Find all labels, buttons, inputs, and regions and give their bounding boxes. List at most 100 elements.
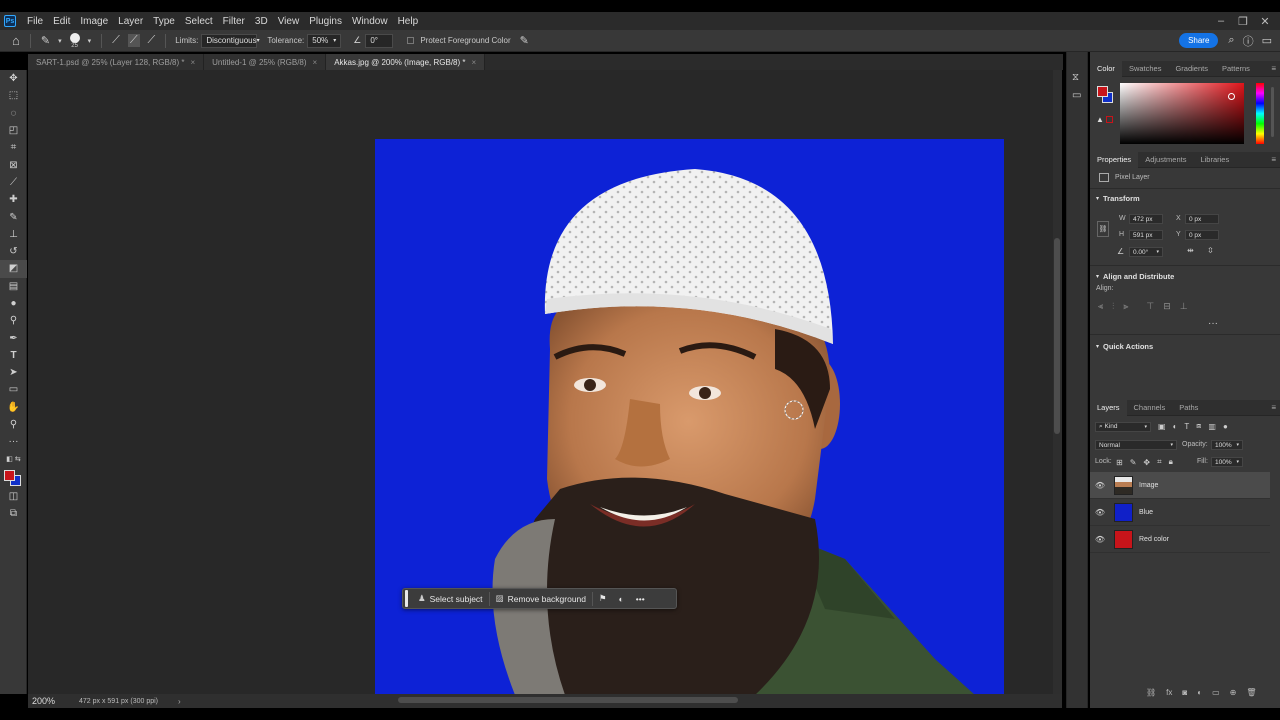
remove-background-button[interactable]: ▨ Remove background — [490, 589, 592, 608]
task-bar-drag-handle[interactable] — [405, 590, 408, 607]
layer-style-icon[interactable]: fx — [1166, 688, 1172, 697]
menu-plugins[interactable]: Plugins — [304, 16, 347, 27]
restore-button[interactable]: ❐ — [1232, 15, 1254, 28]
link-layers-icon[interactable]: ⛓ — [1146, 688, 1156, 697]
menu-image[interactable]: Image — [75, 16, 113, 27]
smart-object-filter-icon[interactable]: ▥ — [1208, 422, 1216, 431]
default-colors-icon[interactable]: ◧ ⇆ — [0, 451, 27, 468]
layer-row-blue[interactable]: 👁︎ Blue — [1090, 499, 1270, 526]
align-top-icon[interactable]: ⊤ — [1146, 301, 1154, 312]
delete-layer-icon[interactable]: 🗑︎ — [1246, 688, 1256, 697]
visibility-eye-icon[interactable]: 👁︎ — [1093, 508, 1107, 517]
tab-adjustments[interactable]: Adjustments — [1138, 152, 1193, 168]
visibility-eye-icon[interactable]: 👁︎ — [1093, 481, 1107, 490]
document-image[interactable] — [375, 139, 1004, 695]
hand-tool-icon[interactable]: ✋ — [0, 399, 27, 416]
brush-preset-picker[interactable]: 25 — [69, 32, 80, 49]
dodge-tool-icon[interactable]: ⚲ — [0, 312, 27, 329]
new-group-icon[interactable]: ▭ — [1212, 688, 1220, 697]
pin-button[interactable]: ⚑ — [593, 589, 613, 608]
sampling-once-icon[interactable]: ⟋ — [127, 34, 140, 47]
menu-help[interactable]: Help — [393, 16, 424, 27]
color-picker-marker[interactable] — [1228, 93, 1235, 100]
tab-libraries[interactable]: Libraries — [1193, 152, 1236, 168]
menu-select[interactable]: Select — [180, 16, 218, 27]
close-window-button[interactable]: ✕ — [1254, 15, 1276, 28]
lock-image-icon[interactable]: ✎ — [1130, 458, 1137, 467]
screen-mode-icon[interactable]: ⧉ — [0, 505, 27, 522]
color-swatches[interactable] — [0, 468, 27, 488]
shape-filter-icon[interactable]: ⧈ — [1196, 421, 1201, 431]
close-icon[interactable]: × — [313, 58, 318, 67]
lasso-tool-icon[interactable]: ◌ — [0, 105, 27, 122]
menu-layer[interactable]: Layer — [113, 16, 148, 27]
menu-window[interactable]: Window — [347, 16, 393, 27]
tab-gradients[interactable]: Gradients — [1168, 61, 1215, 77]
tool-preset-icon[interactable]: ✎ — [41, 34, 50, 47]
web-safe-swatch[interactable] — [1106, 116, 1113, 123]
menu-view[interactable]: View — [273, 16, 305, 27]
object-selection-tool-icon[interactable]: ◰ — [0, 122, 27, 139]
menu-type[interactable]: Type — [148, 16, 180, 27]
protect-foreground-checkbox[interactable] — [407, 37, 415, 44]
home-icon[interactable]: ⌂ — [12, 33, 20, 48]
lock-transparent-icon[interactable]: ⊞ — [1116, 458, 1123, 467]
menu-3d[interactable]: 3D — [250, 16, 273, 27]
sampling-swatch-icon[interactable]: ⟋ — [148, 34, 156, 47]
lock-artboard-icon[interactable]: ⌗ — [1157, 457, 1162, 467]
more-align-options-icon[interactable]: ··· — [1208, 318, 1218, 329]
menu-edit[interactable]: Edit — [48, 16, 75, 27]
pen-tool-icon[interactable]: ✒ — [0, 329, 27, 346]
fill-field[interactable]: 100% ▾ — [1211, 457, 1243, 467]
x-field[interactable]: 0 px — [1185, 214, 1219, 224]
lock-all-icon[interactable]: 🔒︎ — [1169, 457, 1173, 467]
comments-icon[interactable]: ▭ — [1072, 90, 1081, 101]
align-section-header[interactable]: ▾ Align and Distribute — [1096, 272, 1174, 281]
y-field[interactable]: 0 px — [1185, 230, 1219, 240]
new-layer-icon[interactable]: ⊕ — [1230, 688, 1237, 697]
search-icon[interactable]: ⌕ — [1228, 34, 1234, 47]
horizontal-scrollbar[interactable] — [398, 697, 738, 703]
healing-brush-tool-icon[interactable]: ✚ — [0, 191, 27, 208]
clone-stamp-tool-icon[interactable]: ⊥ — [0, 226, 27, 243]
type-filter-icon[interactable]: T — [1184, 422, 1189, 431]
layer-filter-select[interactable]: ⌕ Kind ▾ — [1095, 422, 1151, 432]
foreground-color-swatch[interactable] — [1097, 86, 1108, 97]
type-tool-icon[interactable]: T — [0, 347, 27, 364]
flip-vertical-icon[interactable]: ⇳ — [1207, 246, 1214, 255]
frame-tool-icon[interactable]: ⊠ — [0, 156, 27, 173]
color-field[interactable] — [1120, 83, 1244, 144]
zoom-tool-icon[interactable]: ⚲ — [0, 416, 27, 433]
layer-row-red-color[interactable]: 👁︎ Red color — [1090, 526, 1270, 553]
eraser-tool-icon[interactable]: ◩ — [0, 260, 27, 278]
tolerance-field[interactable]: 50% ▾ — [307, 33, 342, 48]
align-right-icon[interactable]: ⫸ — [1123, 301, 1128, 312]
tab-untitled-1[interactable]: Untitled-1 @ 25% (RGB/8) × — [204, 54, 327, 70]
chevron-down-icon[interactable]: ▾ — [58, 37, 62, 45]
move-tool-icon[interactable]: ✥ — [0, 70, 27, 87]
share-button[interactable]: Share — [1179, 33, 1219, 48]
contrast-button[interactable]: ◐ — [613, 589, 630, 608]
align-left-icon[interactable]: ⫷ — [1098, 301, 1103, 312]
quick-actions-section-header[interactable]: ▾ Quick Actions — [1096, 342, 1153, 351]
adjustment-filter-icon[interactable]: ◐ — [1173, 422, 1178, 431]
vertical-scroll-thumb[interactable] — [1054, 238, 1060, 434]
menu-file[interactable]: File — [22, 16, 48, 27]
history-brush-tool-icon[interactable]: ↺ — [0, 243, 27, 260]
tab-color[interactable]: Color — [1090, 60, 1122, 77]
lock-position-icon[interactable]: ✥ — [1143, 458, 1150, 467]
tab-layers[interactable]: Layers — [1090, 399, 1127, 416]
zoom-level[interactable]: 200% — [32, 696, 72, 706]
brush-tool-icon[interactable]: ✎ — [0, 208, 27, 225]
close-icon[interactable]: × — [472, 58, 477, 67]
minimize-button[interactable]: – — [1210, 15, 1232, 27]
align-bottom-icon[interactable]: ⊥ — [1180, 301, 1188, 312]
link-icon[interactable]: ⛓ — [1097, 221, 1109, 237]
transform-section-header[interactable]: ▾ Transform — [1096, 194, 1140, 203]
status-menu-chevron-icon[interactable]: › — [178, 697, 181, 706]
panel-menu-icon[interactable]: ≡ — [1271, 64, 1276, 73]
eyedropper-tool-icon[interactable]: ⟋ — [0, 174, 27, 191]
visibility-eye-icon[interactable]: 👁︎ — [1093, 535, 1107, 544]
align-middle-v-icon[interactable]: ⊟ — [1163, 301, 1171, 312]
width-field[interactable]: 472 px — [1129, 214, 1163, 224]
